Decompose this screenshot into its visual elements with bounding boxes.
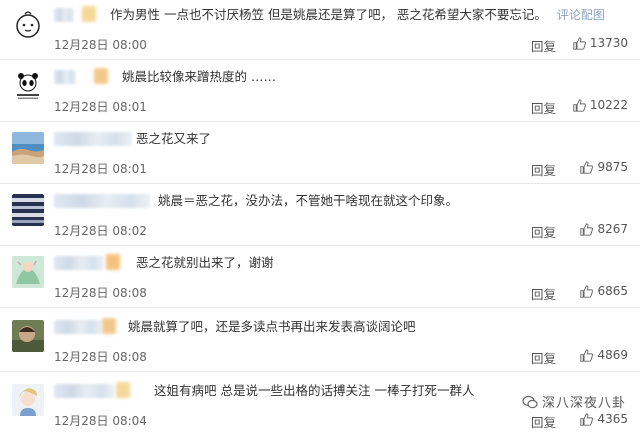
like-button[interactable]: 4869 (580, 346, 628, 364)
comment-time: 12月28日 08:00 (54, 38, 147, 52)
comment-row: 恶之花又来了 12月28日 08:01 回复 9875 (0, 124, 640, 184)
comment-text-body: 姚晨就算了吧，还是多读点书再出来发表高谈阔论吧 (128, 319, 416, 334)
avatar[interactable] (12, 256, 44, 288)
comment-row: 姚晨＝恶之花，没办法，不管她干啥现在就这个印象。 12月28日 08:02 回复… (0, 186, 640, 246)
divider (0, 371, 640, 372)
thumbs-up-icon (573, 36, 586, 50)
divider (0, 59, 640, 60)
reply-button[interactable]: 回复 (531, 222, 556, 241)
thumbs-up-icon (580, 348, 594, 362)
avatar[interactable] (12, 70, 44, 102)
comment-text-body: 姚晨比较像来蹭热度的 …… (122, 69, 276, 84)
watermark: 深八深夜八卦 (522, 392, 626, 411)
comment-text-body: 作为男性 一点也不讨厌杨笠 但是姚晨还是算了吧， 恶之花希望大家不要忘记。 (110, 7, 547, 22)
like-count: 13730 (589, 36, 628, 50)
comment-text: 作为男性 一点也不讨厌杨笠 但是姚晨还是算了吧， 恶之花希望大家不要忘记。 评论配… (110, 6, 605, 24)
wechat-icon (522, 395, 538, 408)
thumbs-up-icon (573, 98, 586, 112)
like-count: 6865 (597, 284, 628, 298)
like-count: 4365 (597, 412, 628, 426)
like-count: 10222 (589, 98, 628, 112)
comment-row: 姚晨比较像来蹭热度的 …… 12月28日 08:01 回复 10222 (0, 62, 640, 122)
comment-text: 姚晨就算了吧，还是多读点书再出来发表高谈阔论吧 (128, 318, 416, 336)
avatar[interactable] (12, 384, 44, 416)
comment-time: 12月28日 08:04 (54, 414, 147, 428)
comment-text-body: 恶之花又来了 (136, 131, 212, 146)
divider (0, 183, 640, 184)
like-count: 9875 (597, 160, 628, 174)
thumbs-up-icon (580, 222, 594, 236)
avatar[interactable] (12, 132, 44, 164)
divider (0, 245, 640, 246)
avatar[interactable] (12, 194, 44, 226)
username-blurred[interactable] (54, 194, 150, 208)
comment-text: 恶之花又来了 (136, 130, 211, 148)
like-button[interactable]: 4365 (580, 410, 628, 428)
comment-row: 姚晨就算了吧，还是多读点书再出来发表高谈阔论吧 12月28日 08:08 回复 … (0, 312, 640, 372)
comment-row: 恶之花就别出来了，谢谢 12月28日 08:08 回复 6865 (0, 248, 640, 308)
reply-button[interactable]: 回复 (531, 412, 556, 431)
thumbs-up-icon (580, 284, 594, 298)
username-blurred[interactable] (54, 384, 114, 398)
thumbs-up-icon (580, 160, 594, 174)
like-button[interactable]: 6865 (580, 282, 628, 300)
username-blurred[interactable] (54, 320, 102, 334)
comment-time: 12月28日 08:02 (54, 224, 147, 238)
like-button[interactable]: 10222 (573, 96, 628, 114)
avatar[interactable] (12, 8, 44, 40)
comment-text: 恶之花就别出来了，谢谢 (136, 254, 274, 272)
comment-text-body: 这姐有病吧 总是说一些出格的话搏关注 一棒子打死一群人 (154, 383, 475, 398)
comment-image-link[interactable]: 评论配图 (557, 8, 605, 22)
comment-text-body: 恶之花就别出来了，谢谢 (136, 255, 274, 270)
like-button[interactable]: 8267 (580, 220, 628, 238)
user-badge (106, 254, 120, 270)
avatar[interactable] (12, 320, 44, 352)
user-badge (94, 68, 108, 84)
like-count: 4869 (597, 348, 628, 362)
reply-button[interactable]: 回复 (531, 160, 556, 179)
reply-button[interactable]: 回复 (531, 284, 556, 303)
comment-time: 12月28日 08:08 (54, 286, 147, 300)
thumbs-up-icon (580, 412, 594, 426)
comment-text: 姚晨比较像来蹭热度的 …… (122, 68, 276, 86)
comment-text: 姚晨＝恶之花，没办法，不管她干啥现在就这个印象。 (158, 192, 458, 210)
comment-row: 作为男性 一点也不讨厌杨笠 但是姚晨还是算了吧， 恶之花希望大家不要忘记。 评论配… (0, 0, 640, 60)
comment-time: 12月28日 08:01 (54, 162, 147, 176)
reply-button[interactable]: 回复 (531, 36, 556, 55)
divider (0, 121, 640, 122)
user-badge (82, 6, 96, 22)
username-blurred[interactable] (54, 132, 132, 146)
comment-text-body: 姚晨＝恶之花，没办法，不管她干啥现在就这个印象。 (158, 193, 459, 208)
comment-text: 这姐有病吧 总是说一些出格的话搏关注 一棒子打死一群人 (154, 382, 474, 400)
like-button[interactable]: 9875 (580, 158, 628, 176)
divider (0, 307, 640, 308)
reply-button[interactable]: 回复 (531, 348, 556, 367)
user-badge (102, 318, 116, 334)
comment-list: 作为男性 一点也不讨厌杨笠 但是姚晨还是算了吧， 恶之花希望大家不要忘记。 评论配… (0, 0, 640, 439)
reply-button[interactable]: 回复 (531, 98, 556, 117)
username-blurred[interactable] (54, 256, 104, 270)
username-blurred[interactable] (54, 70, 76, 84)
comment-time: 12月28日 08:01 (54, 100, 147, 114)
watermark-text: 深八深夜八卦 (541, 396, 626, 411)
like-button[interactable]: 13730 (573, 34, 628, 52)
user-badge (116, 382, 130, 398)
like-count: 8267 (597, 222, 628, 236)
username-blurred[interactable] (54, 8, 74, 22)
comment-time: 12月28日 08:08 (54, 350, 147, 364)
